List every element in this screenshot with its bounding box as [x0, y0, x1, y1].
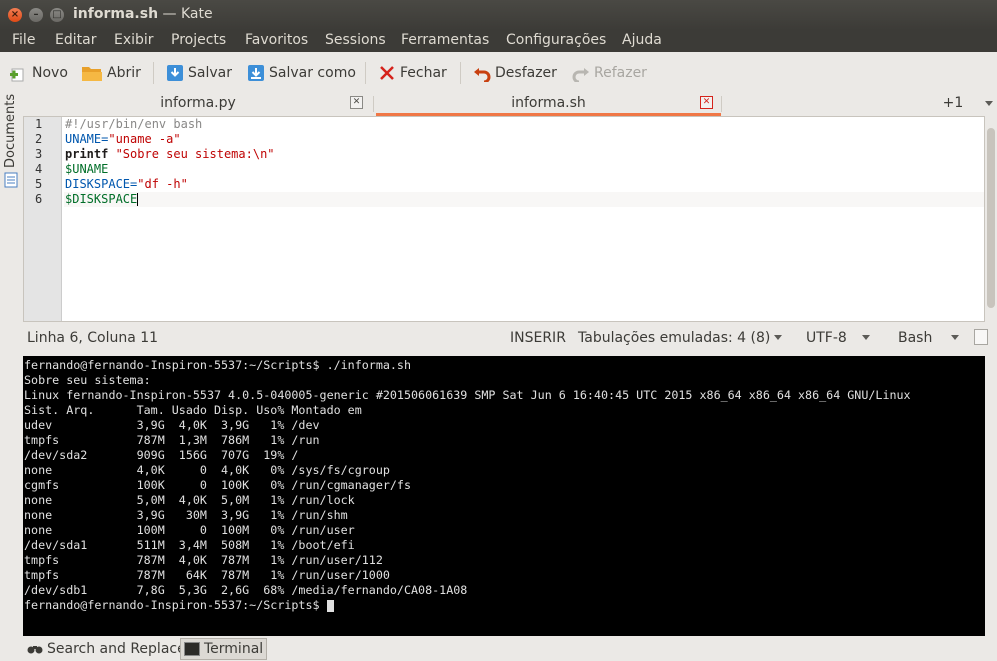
- indentation-selector[interactable]: Tabulações emuladas: 4 (8): [578, 330, 770, 346]
- save-as-button[interactable]: Salvar como: [247, 62, 356, 84]
- open-button[interactable]: Abrir: [81, 62, 141, 84]
- code-editor[interactable]: 1 2 3 4 5 6 #!/usr/bin/env bash UNAME="u…: [23, 116, 985, 322]
- line-number: 4: [35, 162, 43, 176]
- close-icon: [378, 64, 396, 82]
- terminal-line: none 5,0M 4,0K 5,0M 1% /run/lock: [24, 493, 355, 507]
- line-number: 3: [35, 147, 43, 161]
- window-maximize-button[interactable]: □: [50, 8, 64, 22]
- tab-label: informa.py: [160, 95, 236, 111]
- chevron-down-icon[interactable]: [774, 335, 782, 340]
- editor-scrollbar[interactable]: [985, 116, 997, 322]
- main-toolbar: Novo Abrir Salvar Salvar como Fechar Des…: [0, 52, 997, 92]
- scrollbar-thumb[interactable]: [987, 128, 995, 308]
- terminal-line: Sist. Arq. Tam. Usado Disp. Uso% Montado…: [24, 403, 362, 417]
- terminal-line: udev 3,9G 4,0K 3,9G 1% /dev: [24, 418, 320, 432]
- terminal-line: Linux fernando-Inspiron-5537 4.0.5-04000…: [24, 388, 911, 402]
- search-and-replace-tab[interactable]: Search and Replace: [24, 638, 189, 660]
- line-number: 2: [35, 132, 43, 146]
- terminal-icon: [184, 642, 200, 656]
- tab-separator: [373, 96, 374, 112]
- menu-sessions[interactable]: Sessions: [325, 32, 386, 48]
- status-bar: Linha 6, Coluna 11 INSERIR Tabulações em…: [23, 324, 997, 352]
- terminal-line: /dev/sdb1 7,8G 5,3G 2,6G 68% /media/fern…: [24, 583, 468, 597]
- save-icon: [166, 64, 184, 82]
- left-sidebar: Documents: [0, 92, 23, 632]
- menu-projects[interactable]: Projects: [171, 32, 226, 48]
- line-number: 6: [35, 192, 43, 206]
- document-icon[interactable]: [974, 329, 988, 345]
- menu-view[interactable]: Exibir: [114, 32, 154, 48]
- redo-icon: [572, 64, 590, 84]
- menu-help[interactable]: Ajuda: [622, 32, 662, 48]
- tab-label: informa.sh: [511, 95, 586, 111]
- terminal-prompt-line: fernando@fernando-Inspiron-5537:~/Script…: [24, 598, 985, 613]
- chevron-down-icon[interactable]: [951, 335, 959, 340]
- menu-tools[interactable]: Ferramentas: [401, 32, 489, 48]
- folder-open-icon: [81, 64, 103, 82]
- code-line: #!/usr/bin/env bash: [65, 117, 203, 131]
- terminal-line: Sobre seu sistema:: [24, 373, 151, 387]
- tool-view-bar: Search and Replace Terminal: [0, 636, 997, 661]
- toolbar-separator: [365, 62, 366, 84]
- terminal-line: tmpfs 787M 4,0K 787M 1% /run/user/112: [24, 553, 383, 567]
- terminal-line: cgmfs 100K 0 100K 0% /run/cgmanager/fs: [24, 478, 412, 492]
- code-line: DISKSPACE="df -h": [65, 177, 188, 191]
- encoding-selector[interactable]: UTF-8: [806, 330, 847, 346]
- window-minimize-button[interactable]: –: [29, 8, 43, 22]
- terminal-tab[interactable]: Terminal: [180, 638, 268, 660]
- tab-separator: [721, 96, 722, 112]
- new-button[interactable]: Novo: [10, 62, 68, 84]
- terminal-line: tmpfs 787M 1,3M 786M 1% /run: [24, 433, 320, 447]
- redo-button[interactable]: Refazer: [572, 62, 647, 84]
- terminal-line: tmpfs 787M 64K 787M 1% /run/user/1000: [24, 568, 390, 582]
- terminal-cursor: [326, 599, 334, 612]
- line-number-gutter: 1 2 3 4 5 6: [24, 117, 62, 321]
- documents-icon[interactable]: [3, 172, 19, 188]
- code-line: printf "Sobre seu sistema:\n": [65, 147, 275, 161]
- terminal-line: none 4,0K 0 4,0K 0% /sys/fs/cgroup: [24, 463, 390, 477]
- terminal-line: /dev/sda2 909G 156G 707G 19% /: [24, 448, 299, 462]
- code-area[interactable]: #!/usr/bin/env bash UNAME="uname -a" pri…: [64, 117, 984, 207]
- title-bar: × – □ informa.sh — Kate: [0, 0, 997, 30]
- cursor-position[interactable]: Linha 6, Coluna 11: [27, 330, 158, 346]
- terminal-line: fernando@fernando-Inspiron-5537:~/Script…: [24, 358, 412, 372]
- documents-sidebar-tab[interactable]: Documents: [3, 92, 21, 168]
- line-number: 1: [35, 117, 43, 131]
- save-as-icon: [247, 64, 265, 82]
- menu-file[interactable]: File: [12, 32, 35, 48]
- save-button[interactable]: Salvar: [166, 62, 232, 84]
- toolbar-separator: [460, 62, 461, 84]
- more-tabs-button[interactable]: +1: [938, 92, 968, 116]
- tab-close-icon[interactable]: ✕: [700, 96, 713, 109]
- syntax-mode-selector[interactable]: Bash: [898, 330, 932, 346]
- code-line: UNAME="uname -a": [65, 132, 181, 146]
- window-close-button[interactable]: ×: [8, 8, 22, 22]
- menu-settings[interactable]: Configurações: [506, 32, 606, 48]
- menu-edit[interactable]: Editar: [55, 32, 96, 48]
- document-tab-bar: informa.py ✕ informa.sh ✕ +1: [23, 92, 997, 116]
- close-button[interactable]: Fechar: [378, 62, 447, 84]
- new-document-icon: [10, 64, 28, 82]
- toolbar-separator: [153, 62, 154, 84]
- terminal-scrollbar[interactable]: [985, 356, 997, 636]
- undo-icon: [473, 64, 491, 84]
- line-number: 5: [35, 177, 43, 191]
- chevron-down-icon[interactable]: [985, 101, 993, 106]
- tab-close-icon[interactable]: ✕: [350, 96, 363, 109]
- chevron-down-icon[interactable]: [862, 335, 870, 340]
- undo-button[interactable]: Desfazer: [473, 62, 557, 84]
- menu-bar: File Editar Exibir Projects Favoritos Se…: [0, 30, 997, 52]
- code-line-current: $DISKSPACE: [64, 192, 984, 207]
- terminal-line: none 3,9G 30M 3,9G 1% /run/shm: [24, 508, 348, 522]
- terminal-panel[interactable]: fernando@fernando-Inspiron-5537:~/Script…: [23, 356, 985, 636]
- terminal-line: none 100M 0 100M 0% /run/user: [24, 523, 355, 537]
- tab-informa-py[interactable]: informa.py: [23, 92, 373, 116]
- terminal-line: /dev/sda1 511M 3,4M 508M 1% /boot/efi: [24, 538, 355, 552]
- window-title: informa.sh — Kate: [73, 6, 213, 22]
- text-cursor: [137, 193, 139, 206]
- code-line: $UNAME: [65, 162, 109, 176]
- input-mode[interactable]: INSERIR: [510, 330, 566, 346]
- binoculars-icon: [27, 643, 43, 655]
- menu-bookmarks[interactable]: Favoritos: [245, 32, 308, 48]
